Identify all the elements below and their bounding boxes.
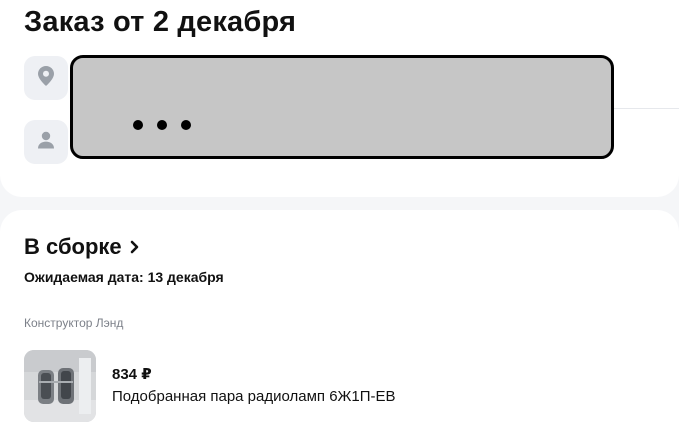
order-header-card: Заказ от 2 декабря [0,0,679,197]
person-icon [38,131,54,154]
shipment-status: В сборке [24,234,122,259]
shipment-card: В сборке Ожидаемая дата: 13 декабря Конс… [0,210,679,445]
seller-name[interactable]: Конструктор Лэнд [24,316,123,330]
expected-delivery-date: Ожидаемая дата: 13 декабря [24,269,224,285]
address-row-icon-box[interactable] [24,56,68,100]
radio-tube-product-image [24,350,96,422]
ellipsis-dots [133,120,191,130]
shipment-status-link[interactable]: В сборке [24,234,140,260]
product-thumbnail[interactable] [24,350,96,422]
recipient-row-icon-box[interactable] [24,120,68,164]
chevron-right-icon [130,234,140,260]
location-pin-icon [38,65,54,91]
product-price: 834 ₽ [112,366,152,383]
product-name[interactable]: Подобранная пара радиоламп 6Ж1П-ЕВ [112,388,396,405]
page-title: Заказ от 2 декабря [24,6,297,38]
redacted-address-and-recipient [70,55,614,159]
